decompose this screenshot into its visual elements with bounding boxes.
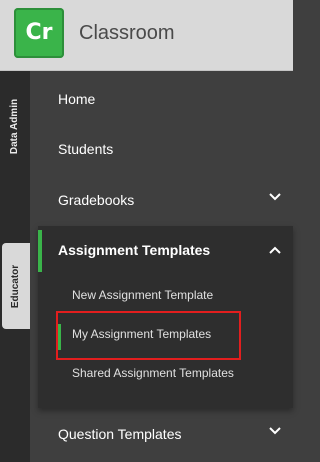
tab-educator[interactable]: Educator xyxy=(2,243,30,329)
app-title: Classroom xyxy=(79,22,175,44)
chevron-down-icon[interactable] xyxy=(269,427,281,437)
nav-item-gradebooks[interactable]: Gradebooks xyxy=(38,175,293,225)
nav-item-label: Gradebooks xyxy=(58,192,135,208)
sub-item-label: New Assignment Template xyxy=(72,288,214,302)
role-rail: Data Admin Educator xyxy=(0,71,30,462)
sub-item-shared-assignment-templates[interactable]: Shared Assignment Templates xyxy=(38,353,293,393)
nav-item-students[interactable]: Students xyxy=(38,124,293,174)
tab-data-admin[interactable]: Data Admin xyxy=(0,87,30,165)
nav-item-label: Question Templates xyxy=(58,426,182,442)
chevron-up-icon[interactable] xyxy=(269,246,281,256)
nav-item-label: Students xyxy=(58,141,114,157)
sub-item-my-assignment-templates[interactable]: My Assignment Templates xyxy=(38,314,293,354)
sub-item-new-assignment-template[interactable]: New Assignment Template xyxy=(38,275,293,315)
selected-indicator xyxy=(58,324,61,350)
active-indicator xyxy=(38,230,42,272)
app-header: Cr Classroom xyxy=(0,0,293,71)
nav-item-label: Assignment Templates xyxy=(58,242,211,258)
nav-item-question-templates[interactable]: Question Templates xyxy=(38,409,293,459)
sub-item-label: Shared Assignment Templates xyxy=(72,366,234,380)
assignment-templates-panel: Assignment Templates New Assignment Temp… xyxy=(38,226,293,408)
nav-item-assignment-templates[interactable]: Assignment Templates xyxy=(38,226,293,276)
tab-educator-label: Educator xyxy=(10,264,22,308)
app-logo[interactable]: Cr xyxy=(14,8,64,58)
logo-text: Cr xyxy=(25,20,53,45)
chevron-down-icon[interactable] xyxy=(269,193,281,203)
sub-item-label: My Assignment Templates xyxy=(72,327,212,341)
nav-item-label: Home xyxy=(58,91,96,107)
tab-data-admin-label: Data Admin xyxy=(9,98,21,154)
nav-item-home[interactable]: Home xyxy=(38,74,293,124)
